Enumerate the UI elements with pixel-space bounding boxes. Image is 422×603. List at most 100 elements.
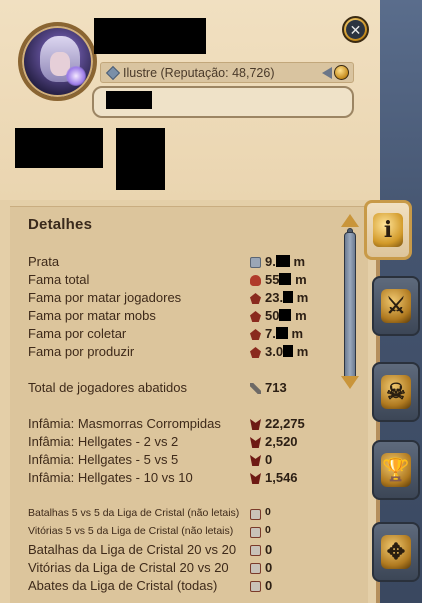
reputation-bar: Ilustre (Reputação: 48,726) [100, 62, 354, 83]
lock-coin-icon [334, 65, 349, 80]
scroll-down-arrow-icon[interactable] [341, 376, 359, 389]
detail-label: Fama por coletar [28, 326, 127, 341]
detail-row: Infâmia: Hellgates - 5 vs 5 0 [28, 452, 338, 470]
detail-value-prefix: 3.0 [265, 344, 284, 359]
detail-label: Infâmia: Masmorras Corrompidas [28, 416, 221, 431]
detail-row: Fama por produzir 3.0 m [28, 344, 338, 362]
detail-value-prefix: 9. [265, 254, 276, 269]
detail-value: 9. m [265, 254, 305, 269]
detail-row: Total de jogadores abatidos 713 [28, 380, 338, 398]
info-tab[interactable]: i [364, 200, 412, 260]
detail-value-suffix: m [289, 254, 306, 269]
detail-row: Infâmia: Hellgates - 2 vs 2 2,520 [28, 434, 338, 452]
detail-value: 55 m [265, 272, 307, 287]
detail-value: 50 m [265, 308, 307, 323]
pvp-fame-icon [250, 293, 261, 304]
detail-value: 2,520 [265, 434, 298, 449]
detail-value: 3.0 m [265, 344, 308, 359]
crystal-league-icon [250, 527, 261, 538]
redacted-value-digits [275, 255, 290, 267]
redacted-value-digits [279, 273, 292, 285]
detail-label: Infâmia: Hellgates - 2 vs 2 [28, 434, 179, 449]
detail-label: Prata [28, 254, 60, 269]
redacted-guild-crest [116, 128, 165, 190]
detail-label: Vitórias da Liga de Cristal 20 vs 20 [28, 560, 229, 575]
detail-row: Infâmia: Hellgates - 10 vs 10 1,546 [28, 470, 338, 488]
scroll-up-arrow-icon[interactable] [341, 214, 359, 227]
infamy-icon [250, 419, 261, 430]
detail-row: Vitórias 5 vs 5 da Liga de Cristal (não … [28, 524, 338, 542]
detail-label: Infâmia: Hellgates - 10 vs 10 [28, 470, 193, 485]
detail-value: 1,546 [265, 470, 298, 485]
detail-label: Vitórias 5 vs 5 da Liga de Cristal (não … [28, 525, 234, 537]
reputation-icon [105, 65, 121, 80]
detail-row: Fama por matar jogadores 23. m [28, 290, 338, 308]
reputation-text: Ilustre (Reputação: 48,726) [123, 65, 275, 80]
detail-label: Batalhas da Liga de Cristal 20 vs 20 [28, 542, 237, 557]
detail-row: Infâmia: Masmorras Corrompidas 22,275 [28, 416, 338, 434]
detail-row: Abates da Liga de Cristal (todas) 0 [28, 578, 338, 596]
detail-value: 0 [265, 506, 271, 518]
detail-row: Fama por matar mobs 50 m [28, 308, 338, 326]
detail-row: Fama total 55 m [28, 272, 338, 290]
detail-value: 7. m [265, 326, 303, 341]
infamy-icon [250, 473, 261, 484]
detail-row: Fama por coletar 7. m [28, 326, 338, 344]
detail-value-prefix: 23. [265, 290, 284, 305]
redacted-value-digits [283, 291, 294, 303]
redacted-player-name [94, 18, 206, 54]
detail-value-suffix: m [291, 308, 307, 323]
detail-label: Fama total [28, 272, 90, 287]
detail-label: Fama por produzir [28, 344, 135, 359]
combat-tab[interactable]: ⚔ [372, 276, 420, 336]
detail-value: 22,275 [265, 416, 305, 431]
arrow-left-icon [322, 66, 332, 79]
detail-value: 0 [265, 542, 273, 557]
detail-row: Batalhas da Liga de Cristal 20 vs 20 0 [28, 542, 338, 560]
details-scrollbar[interactable] [340, 214, 360, 394]
detail-value: 23. m [265, 290, 308, 305]
crystal-league-icon [250, 545, 261, 556]
detail-value: 0 [265, 524, 271, 536]
detail-label: Total de jogadores abatidos [28, 380, 188, 395]
trophy-tab[interactable]: 🏆 [372, 440, 420, 500]
reputation-toggle-button[interactable] [322, 64, 352, 81]
scroll-thumb[interactable] [344, 232, 356, 382]
detail-label: Infâmia: Hellgates - 5 vs 5 [28, 452, 179, 467]
detail-value-suffix: m [293, 344, 309, 359]
detail-value-suffix: m [287, 326, 304, 341]
detail-value-suffix: m [293, 290, 309, 305]
infamy-icon [250, 455, 261, 466]
avatar[interactable] [18, 22, 97, 101]
guild-crest-icon: ✥ [381, 535, 411, 569]
crystal-league-icon [250, 509, 261, 520]
detail-row: Batalhas 5 vs 5 da Liga de Cristal (não … [28, 506, 338, 524]
detail-value: 713 [265, 380, 287, 395]
crossed-swords-icon: ⚔ [381, 289, 411, 323]
crossed-swords-icon [250, 383, 261, 394]
details-title: Detalhes [28, 216, 93, 233]
detail-row: Prata 9. m [28, 254, 338, 272]
redacted-guild-info [15, 128, 103, 168]
fame-icon [250, 275, 261, 286]
detail-value-suffix: m [291, 272, 307, 287]
detail-value-prefix: 7. [265, 326, 276, 341]
detail-label: Abates da Liga de Cristal (todas) [28, 578, 218, 593]
pvp-tab[interactable]: ☠ [372, 362, 420, 422]
redacted-player-title [106, 91, 152, 109]
close-button[interactable]: ✕ [342, 16, 369, 43]
silver-icon [250, 257, 261, 268]
redacted-value-digits [275, 327, 288, 339]
crafting-fame-icon [250, 347, 261, 358]
info-icon: i [373, 213, 403, 247]
detail-value-prefix: 55 [265, 272, 280, 287]
skull-crossbones-icon: ☠ [381, 375, 411, 409]
detail-value-prefix: 50 [265, 308, 280, 323]
crystal-league-icon [250, 563, 261, 574]
detail-label: Fama por matar mobs [28, 308, 156, 323]
gathering-fame-icon [250, 329, 261, 340]
redacted-value-digits [283, 345, 294, 357]
detail-label: Batalhas 5 vs 5 da Liga de Cristal (não … [28, 507, 240, 519]
pve-fame-icon [250, 311, 261, 322]
guild-tab[interactable]: ✥ [372, 522, 420, 582]
